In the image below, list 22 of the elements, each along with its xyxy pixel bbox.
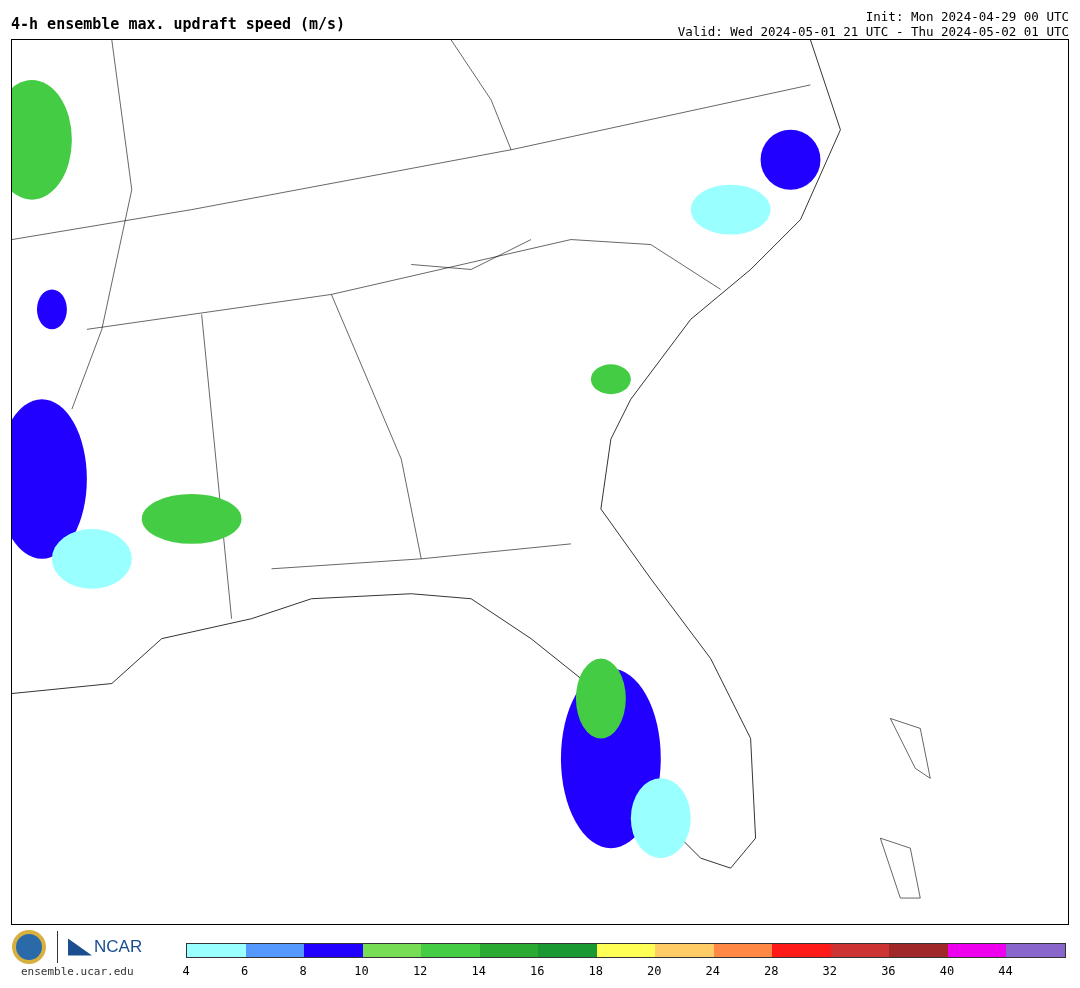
tick-label: 32 [822, 964, 838, 978]
tick-label: 18 [588, 964, 603, 978]
tick-label: 12 [412, 964, 428, 978]
tick-label: 24 [705, 964, 720, 978]
tick-label: 40 [939, 964, 955, 978]
tick-label: 6 [240, 964, 249, 978]
tick-label: 4 [182, 964, 190, 978]
tick-label: 14 [471, 964, 486, 978]
tick-label: 36 [881, 964, 896, 978]
init-time: Init: Mon 2024-04-29 00 UTC [865, 9, 1069, 24]
valid-time: Valid: Wed 2024-05-01 21 UTC - Thu 2024-05-02 01 UTC [677, 24, 1069, 39]
tick-label: 44 [998, 964, 1013, 978]
triangle-logo-icon [68, 938, 92, 956]
tick-label: 20 [647, 964, 662, 978]
tick-label: 8 [299, 964, 307, 978]
tick-label: 28 [764, 964, 779, 978]
seal-icon [11, 929, 47, 965]
tick-label: 10 [354, 964, 369, 978]
website-url: ensemble.ucar.edu [21, 965, 135, 978]
chart-title: 4-h ensemble max. updraft speed (m/s) [11, 15, 346, 33]
org-logo-text: NCAR [94, 937, 143, 957]
tick-label: 16 [529, 964, 545, 978]
